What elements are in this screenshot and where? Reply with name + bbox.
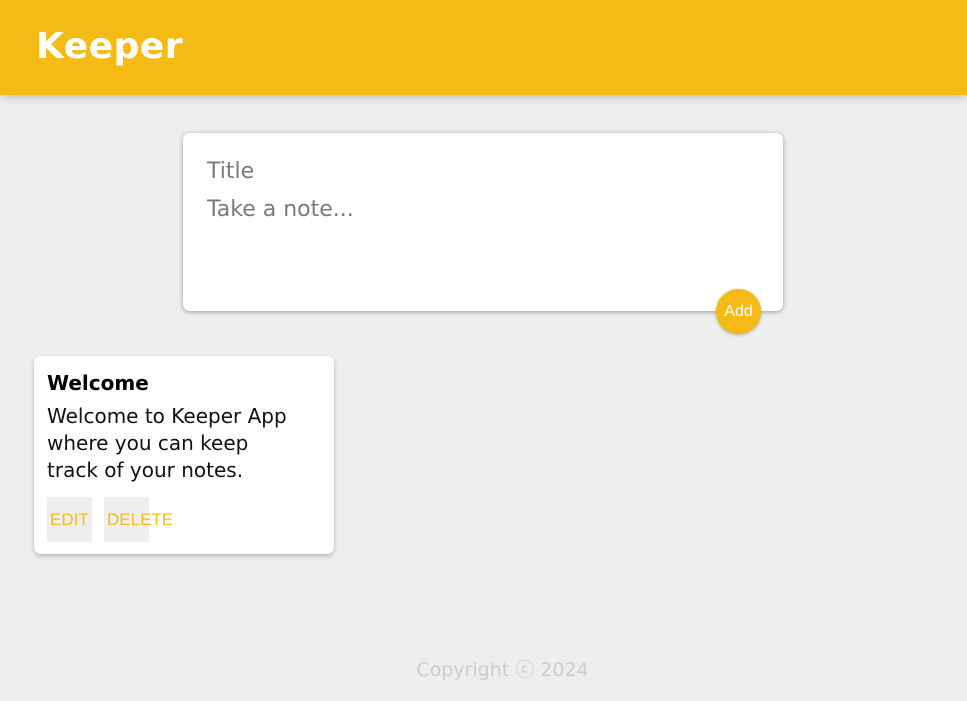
note-content: Welcome to Keeper App where you can keep… <box>47 404 287 482</box>
create-note-form: Add <box>183 133 783 334</box>
delete-note-button[interactable]: DELETE <box>104 497 173 542</box>
note-content-textarea[interactable] <box>207 195 757 285</box>
app-header: Keeper <box>0 0 967 95</box>
note-card: Welcome Welcome to Keeper App where you … <box>34 356 334 554</box>
edit-note-button[interactable]: EDIT <box>47 497 92 542</box>
app-title: Keeper <box>36 26 184 67</box>
add-note-button[interactable]: Add <box>716 289 761 334</box>
footer-copyright: Copyright ⓒ 2024 <box>416 659 589 681</box>
note-title-input[interactable] <box>207 157 757 185</box>
note-title: Welcome <box>47 371 149 395</box>
